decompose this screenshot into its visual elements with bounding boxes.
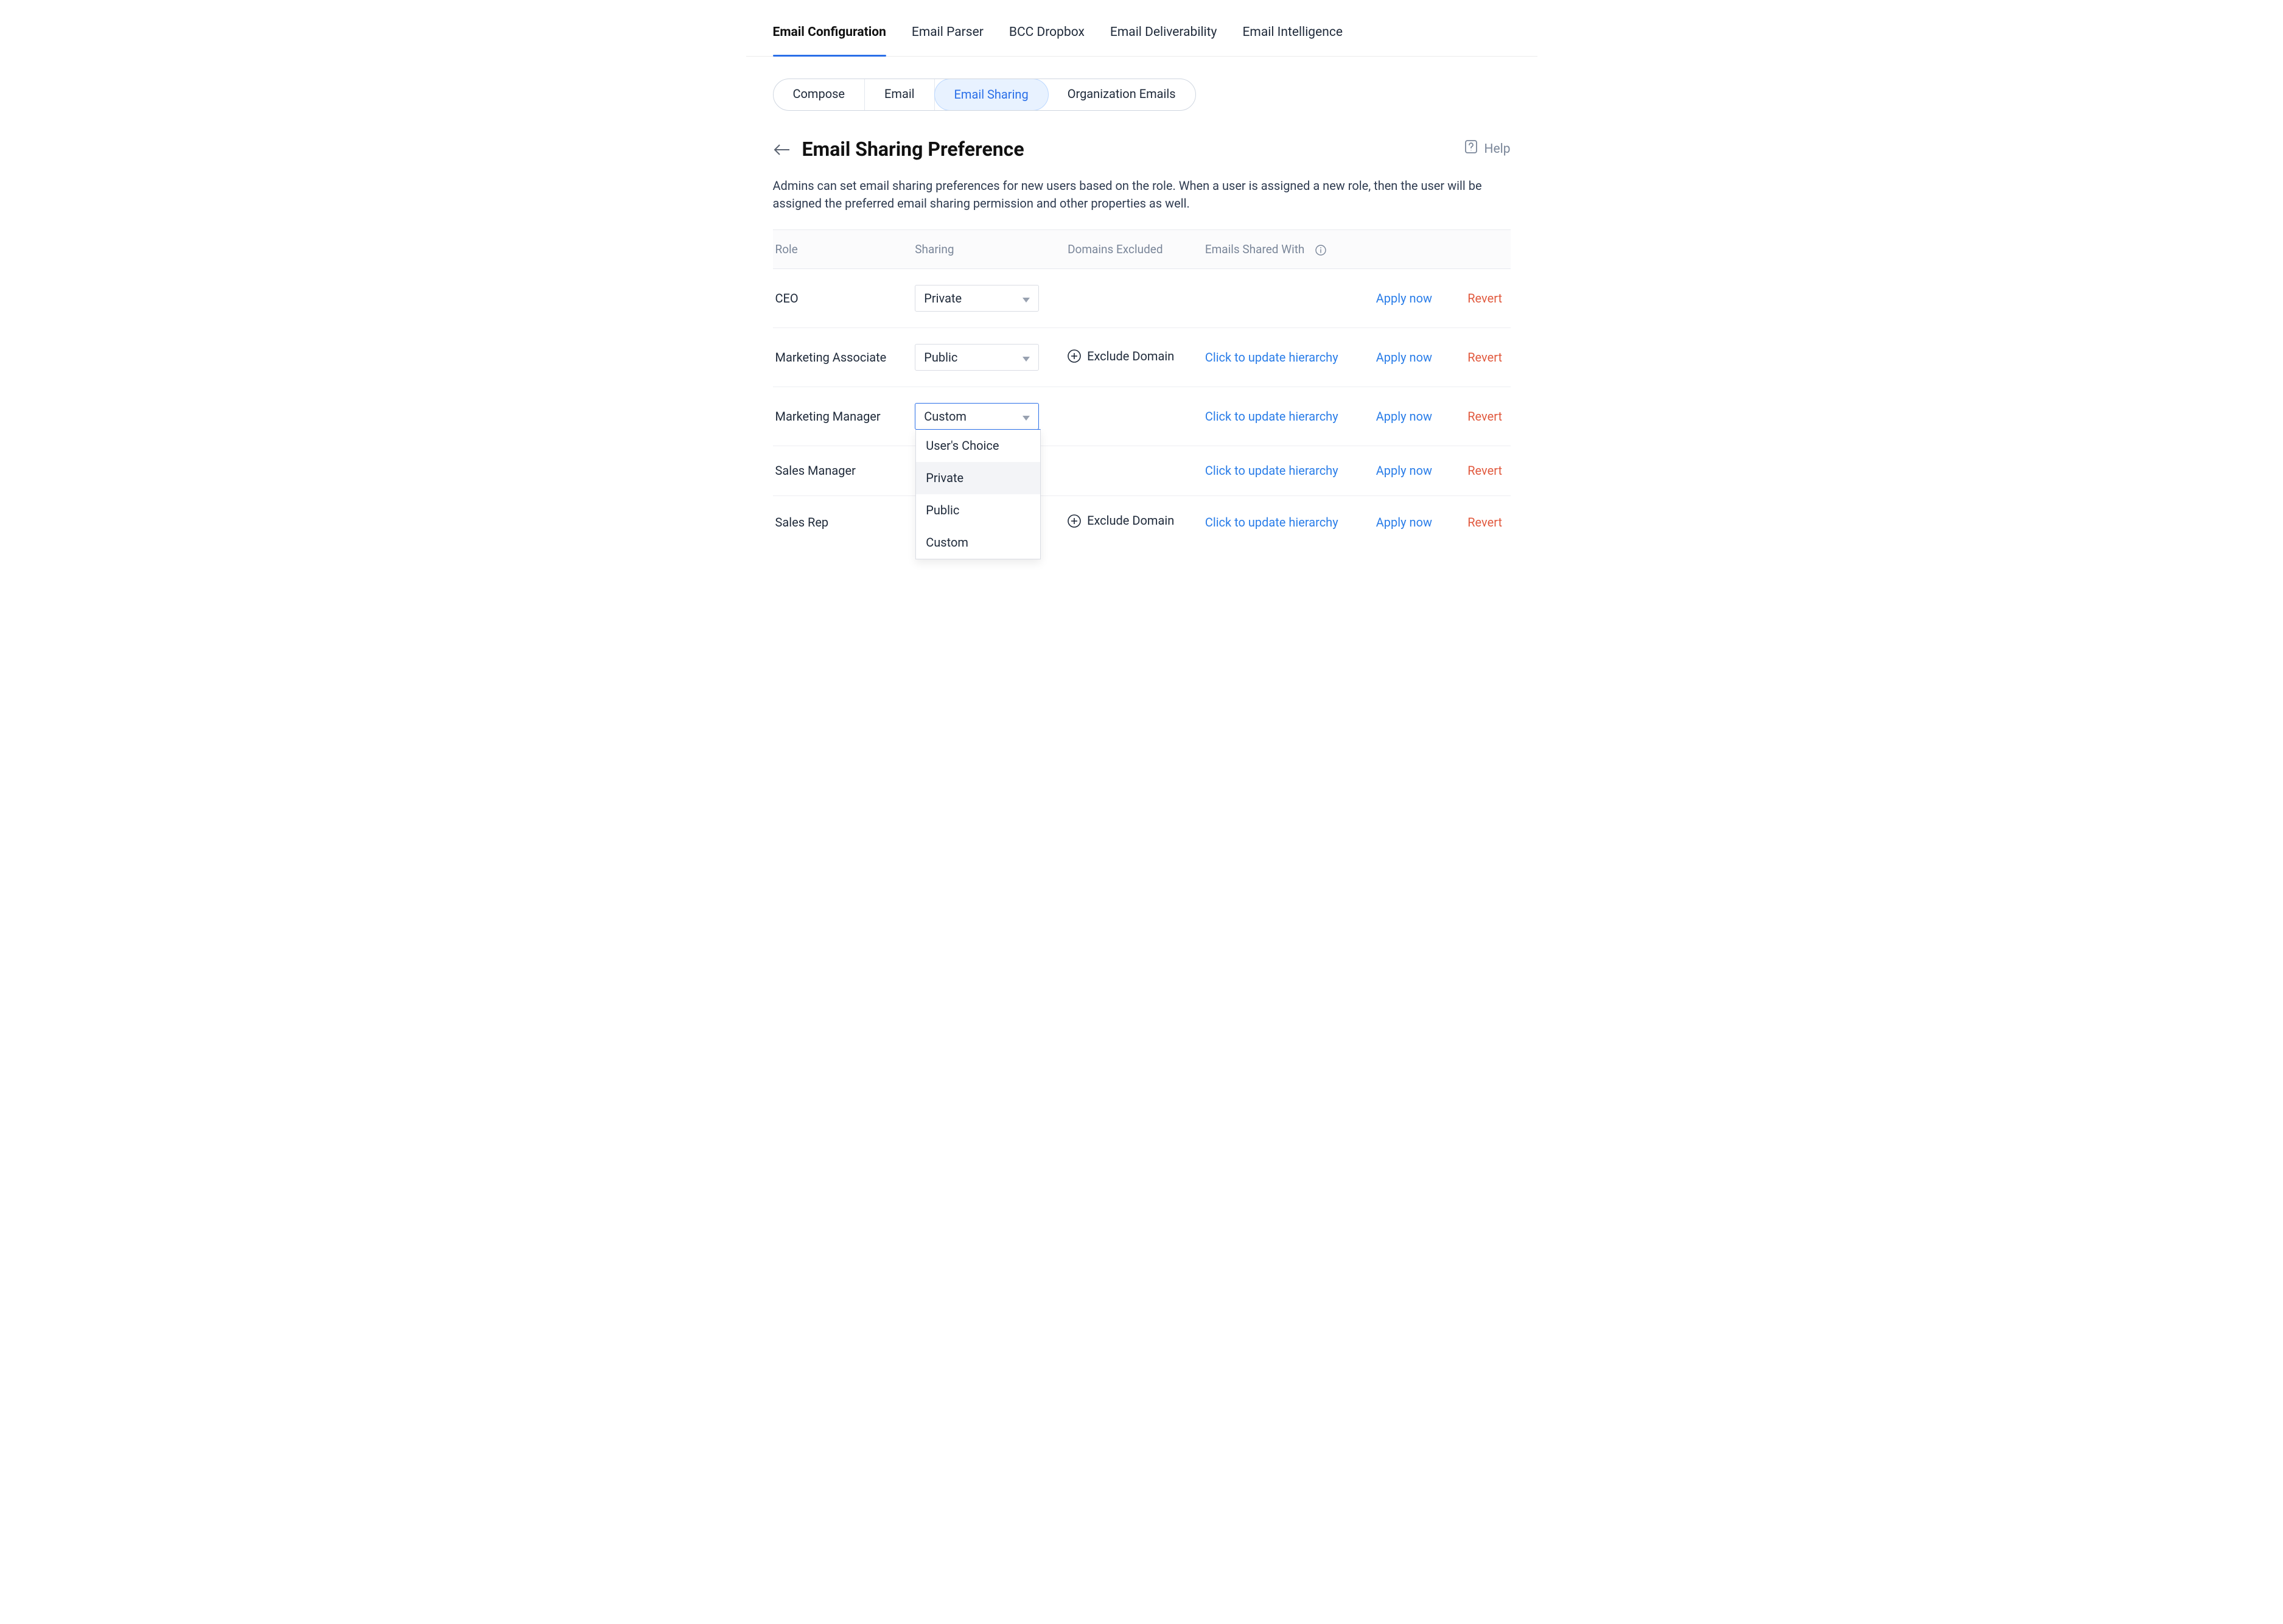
tab-email-configuration[interactable]: Email Configuration: [773, 23, 886, 56]
dropdown-option-custom[interactable]: Custom: [916, 527, 1040, 559]
help-label: Help: [1484, 140, 1510, 158]
column-header-sharing: Sharing: [915, 229, 1068, 269]
revert-link[interactable]: Revert: [1467, 463, 1502, 478]
table-row: Sales Manager Click to update hierarchy …: [773, 446, 1511, 496]
role-cell: CEO: [773, 269, 915, 328]
revert-link[interactable]: Revert: [1467, 350, 1502, 365]
chevron-down-icon: [1023, 408, 1030, 425]
dropdown-option-private[interactable]: Private: [916, 462, 1040, 494]
dropdown-option-users-choice[interactable]: User's Choice: [916, 430, 1040, 462]
info-icon[interactable]: [1315, 244, 1327, 256]
pill-tab-email[interactable]: Email: [865, 79, 935, 110]
role-cell: Marketing Associate: [773, 328, 915, 387]
table-row: Marketing Manager Custom User's Choice P…: [773, 387, 1511, 446]
back-arrow-icon[interactable]: [773, 141, 790, 158]
secondary-pill-tabs: Compose Email Email Sharing Organization…: [773, 79, 1196, 111]
page-description: Admins can set email sharing preferences…: [773, 177, 1503, 212]
role-cell: Sales Manager: [773, 446, 915, 496]
page-title: Email Sharing Preference: [802, 135, 1024, 163]
role-cell: Sales Rep: [773, 496, 915, 548]
pill-tab-organization-emails[interactable]: Organization Emails: [1048, 79, 1195, 110]
tab-email-deliverability[interactable]: Email Deliverability: [1110, 23, 1217, 56]
apply-now-link[interactable]: Apply now: [1376, 409, 1432, 424]
tab-email-intelligence[interactable]: Email Intelligence: [1242, 23, 1342, 56]
apply-now-link[interactable]: Apply now: [1376, 515, 1432, 530]
sharing-select[interactable]: Public: [915, 344, 1039, 371]
role-cell: Marketing Manager: [773, 387, 915, 446]
sharing-select-value: Private: [924, 290, 962, 307]
revert-link[interactable]: Revert: [1467, 409, 1502, 424]
revert-link[interactable]: Revert: [1467, 515, 1502, 530]
tab-bcc-dropbox[interactable]: BCC Dropbox: [1009, 23, 1085, 56]
apply-now-link[interactable]: Apply now: [1376, 463, 1432, 478]
column-header-emails-shared-with: Emails Shared With: [1205, 229, 1376, 269]
chevron-down-icon: [1023, 349, 1030, 366]
exclude-domain-label: Exclude Domain: [1087, 348, 1174, 365]
sharing-select-value: Public: [924, 349, 957, 366]
column-header-domains-excluded: Domains Excluded: [1068, 229, 1205, 269]
pill-tab-email-sharing[interactable]: Email Sharing: [934, 79, 1049, 111]
primary-tabs: Email Configuration Email Parser BCC Dro…: [746, 0, 1537, 57]
chevron-down-icon: [1023, 290, 1030, 307]
table-row: Marketing Associate Public: [773, 328, 1511, 387]
sharing-select[interactable]: Custom User's Choice Private Public Cust…: [915, 403, 1039, 430]
sharing-dropdown: User's Choice Private Public Custom: [915, 429, 1041, 559]
update-hierarchy-link[interactable]: Click to update hierarchy: [1205, 409, 1338, 424]
exclude-domain-label: Exclude Domain: [1087, 512, 1174, 530]
sharing-select-value: Custom: [924, 408, 967, 425]
pill-tab-compose[interactable]: Compose: [774, 79, 865, 110]
apply-now-link[interactable]: Apply now: [1376, 291, 1432, 306]
table-row: Sales Rep Exclude Domain Click to: [773, 496, 1511, 548]
plus-circle-icon: [1068, 349, 1081, 363]
sharing-select[interactable]: Private: [915, 285, 1039, 312]
update-hierarchy-link[interactable]: Click to update hierarchy: [1205, 350, 1338, 365]
apply-now-link[interactable]: Apply now: [1376, 350, 1432, 365]
update-hierarchy-link[interactable]: Click to update hierarchy: [1205, 463, 1338, 478]
update-hierarchy-link[interactable]: Click to update hierarchy: [1205, 515, 1338, 530]
exclude-domain-link[interactable]: Exclude Domain: [1068, 348, 1174, 365]
tab-email-parser[interactable]: Email Parser: [912, 23, 984, 56]
plus-circle-icon: [1068, 514, 1081, 528]
exclude-domain-link[interactable]: Exclude Domain: [1068, 512, 1174, 530]
table-row: CEO Private Apply now Revert: [773, 269, 1511, 328]
help-icon: [1464, 139, 1478, 159]
sharing-preference-table: Role Sharing Domains Excluded Emails Sha…: [773, 229, 1511, 548]
help-link[interactable]: Help: [1464, 139, 1510, 159]
column-header-role: Role: [773, 229, 915, 269]
revert-link[interactable]: Revert: [1467, 291, 1502, 306]
dropdown-option-public[interactable]: Public: [916, 494, 1040, 527]
